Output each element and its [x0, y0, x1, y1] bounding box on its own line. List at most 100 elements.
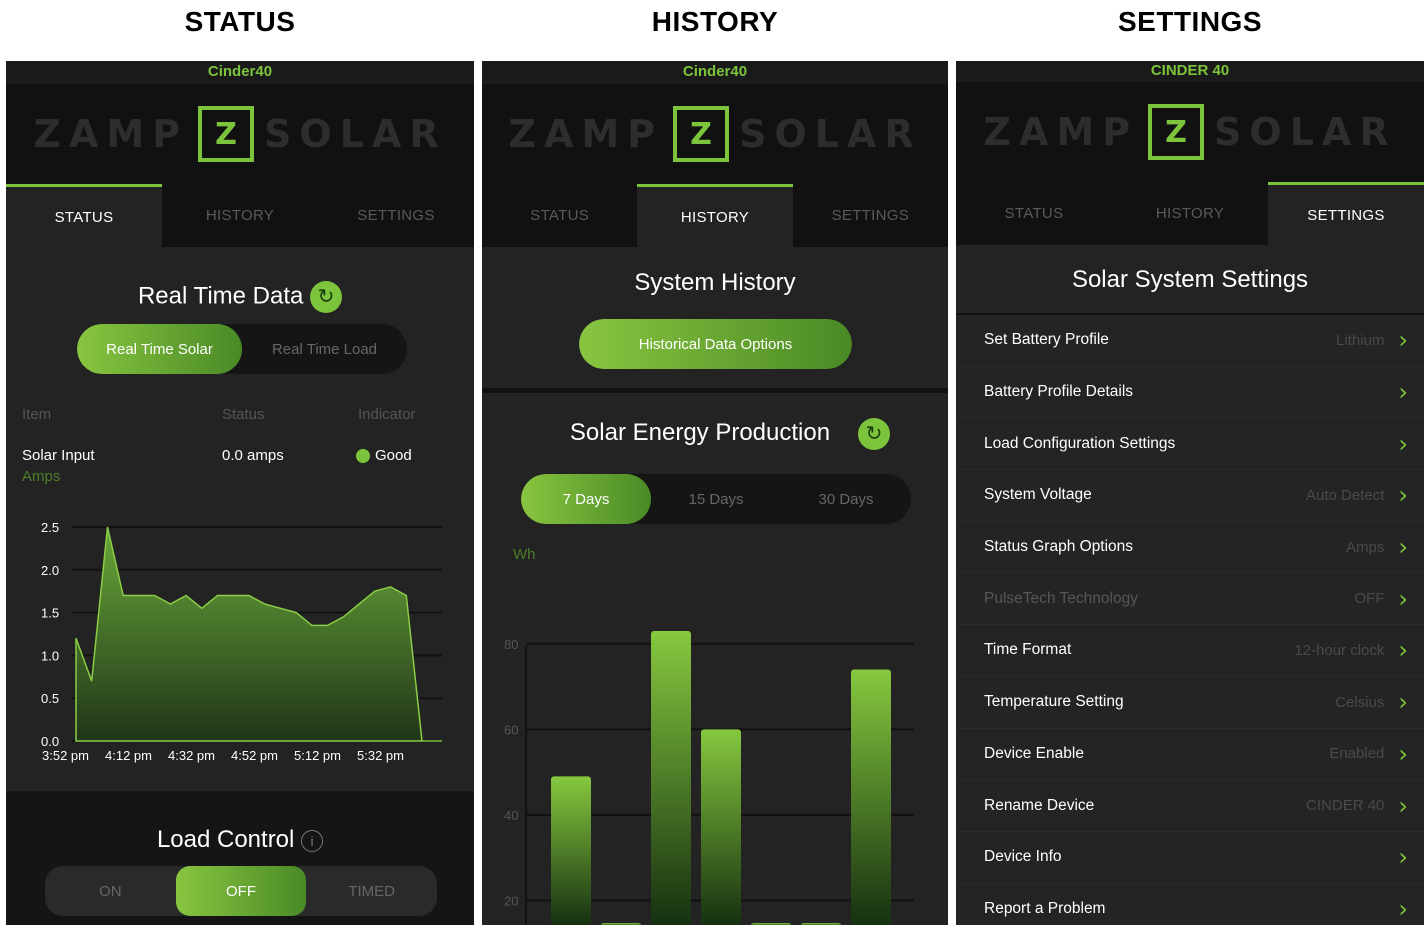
settings-row-temperature-setting[interactable]: Temperature Setting Celsius ›: [956, 676, 1424, 729]
settings-row-value: CINDER 40 ›: [1306, 794, 1408, 818]
settings-row-value: Lithium ›: [1336, 328, 1408, 352]
chevron-right-icon: ›: [1398, 843, 1408, 872]
settings-row-value: 12-hour clock ›: [1294, 638, 1408, 662]
real-time-load-button[interactable]: Real Time Load: [242, 324, 407, 374]
x-tick-label: 4:32 pm: [168, 748, 215, 763]
history-column-title: HISTORY: [651, 6, 779, 37]
y-tick-label: 2.5: [41, 520, 59, 535]
x-tick-label: 3:52 pm: [42, 748, 89, 763]
tab-status[interactable]: STATUS: [6, 184, 162, 247]
settings-row-value: ›: [1384, 432, 1408, 456]
settings-row-label: Rename Device: [984, 796, 1095, 814]
solar-amps-chart: 0.0 0.5 1.0 1.5 2.0 2.5 3:52 pm 4:12 pm 4:32 pm 4…: [41, 520, 442, 763]
tab-bar: STATUS HISTORY SETTINGS: [956, 182, 1424, 245]
device-name: Cinder40: [6, 61, 474, 84]
status-header: Status: [222, 406, 265, 423]
load-timed-button[interactable]: TIMED: [306, 866, 437, 916]
settings-row-time-format[interactable]: Time Format 12-hour clock ›: [956, 625, 1424, 677]
settings-row-rename-device[interactable]: Rename Device CINDER 40 ›: [956, 780, 1424, 832]
range-15-days[interactable]: 15 Days: [651, 474, 781, 524]
settings-row-label: Device Info: [984, 848, 1062, 866]
historical-data-options-button[interactable]: Historical Data Options: [579, 319, 852, 369]
status-column-title: STATUS: [184, 6, 296, 37]
tab-settings[interactable]: SETTINGS: [1268, 182, 1424, 245]
load-control-segment: ON OFF TIMED: [45, 866, 437, 916]
settings-row-value: Auto Detect ›: [1306, 483, 1408, 507]
settings-list: Set Battery Profile Lithium › Battery Profi…: [956, 315, 1424, 925]
chevron-right-icon: ›: [1398, 429, 1408, 458]
tab-history[interactable]: HISTORY: [162, 184, 318, 247]
settings-row-value: ›: [1384, 897, 1408, 921]
settings-value-text: OFF: [1354, 590, 1385, 608]
y-tick-label: 40: [504, 808, 518, 823]
zamp-solar-logo: ZAMP Z SOLAR: [956, 82, 1424, 182]
chevron-right-icon: ›: [1398, 894, 1408, 923]
settings-row-device-info[interactable]: Device Info ›: [956, 831, 1424, 884]
load-off-button[interactable]: OFF: [175, 866, 307, 916]
info-icon[interactable]: i: [301, 829, 324, 852]
settings-row-device-enable[interactable]: Device Enable Enabled ›: [956, 728, 1424, 781]
item-header: Item: [22, 406, 52, 423]
range-30-days[interactable]: 30 Days: [781, 474, 911, 524]
settings-row-set-battery-profile[interactable]: Set Battery Profile Lithium ›: [956, 315, 1424, 367]
real-time-solar-button[interactable]: Real Time Solar: [77, 324, 242, 374]
x-tick-label: 4:52 pm: [231, 748, 278, 763]
load-on-button[interactable]: ON: [45, 866, 176, 916]
settings-title: Solar System Settings: [1071, 266, 1309, 293]
tab-status[interactable]: STATUS: [482, 184, 637, 247]
chevron-right-icon: ›: [1398, 636, 1408, 665]
settings-row-system-voltage[interactable]: System Voltage Auto Detect ›: [956, 470, 1424, 522]
settings-row-label: Set Battery Profile: [984, 331, 1109, 349]
x-tick-label: 4:12 pm: [105, 748, 152, 763]
settings-row-value: OFF ›: [1354, 587, 1408, 611]
history-screen: Cinder40 ZAMP Z SOLAR STATUS HISTORY SET…: [482, 61, 948, 925]
zamp-solar-logo: ZAMP Z SOLAR: [6, 84, 474, 184]
y-tick-label: 1.5: [41, 606, 59, 621]
tab-settings[interactable]: SETTINGS: [793, 184, 948, 247]
chevron-right-icon: ›: [1398, 326, 1408, 355]
settings-row-value: Amps ›: [1346, 535, 1408, 559]
solar-input-value: 0.0 amps: [222, 447, 284, 464]
refresh-icon[interactable]: ↻: [858, 418, 890, 450]
chevron-right-icon: ›: [1398, 481, 1408, 510]
settings-row-battery-profile-details[interactable]: Battery Profile Details ›: [956, 366, 1424, 419]
unit-label: Amps: [22, 468, 61, 485]
range-segment: 7 Days 15 Days 30 Days: [521, 474, 911, 524]
device-name: Cinder40: [482, 61, 948, 84]
settings-row-value: Enabled ›: [1329, 742, 1408, 766]
zamp-solar-logo: ZAMP Z SOLAR: [482, 84, 948, 184]
tab-history[interactable]: HISTORY: [637, 184, 793, 247]
settings-column-title: SETTINGS: [1117, 6, 1262, 37]
chevron-right-icon: ›: [1398, 378, 1408, 407]
energy-bar: [851, 669, 891, 925]
indicator-header: Indicator: [358, 406, 416, 423]
settings-row-label: System Voltage: [984, 486, 1092, 504]
x-tick-label: 5:32 pm: [357, 748, 404, 763]
settings-row-report-a-problem[interactable]: Report a Problem ›: [956, 883, 1424, 925]
wh-unit-label: Wh: [513, 546, 536, 563]
chevron-right-icon: ›: [1398, 584, 1408, 613]
energy-bar: [551, 776, 591, 925]
y-tick-label: 1.0: [41, 648, 59, 663]
tab-settings[interactable]: SETTINGS: [318, 184, 474, 247]
realtime-segment: Real Time Solar Real Time Load: [77, 324, 407, 374]
tab-status[interactable]: STATUS: [956, 182, 1112, 245]
settings-row-value: ›: [1384, 380, 1408, 404]
y-tick-label: 60: [504, 722, 518, 737]
real-time-title: Real Time Data ↻: [6, 281, 474, 313]
refresh-icon[interactable]: ↻: [310, 281, 343, 313]
y-tick-label: 2.0: [41, 563, 59, 578]
chevron-right-icon: ›: [1398, 739, 1408, 768]
settings-row-status-graph-options[interactable]: Status Graph Options Amps ›: [956, 521, 1424, 574]
x-tick-label: 5:12 pm: [294, 748, 341, 763]
solar-input-label: Solar Input: [22, 447, 95, 464]
tab-history[interactable]: HISTORY: [1112, 182, 1268, 245]
range-7-days[interactable]: 7 Days: [521, 474, 651, 524]
settings-value-text: 12-hour clock: [1294, 641, 1385, 659]
settings-row-label: Report a Problem: [984, 899, 1106, 917]
settings-row-load-configuration-settings[interactable]: Load Configuration Settings ›: [956, 418, 1424, 471]
chevron-right-icon: ›: [1398, 688, 1408, 717]
y-tick-label: 20: [504, 893, 518, 908]
energy-bar-chart: 20 40 60 80: [504, 630, 914, 925]
settings-row-pulsetech-technology[interactable]: PulseTech Technology OFF ›: [956, 573, 1424, 626]
